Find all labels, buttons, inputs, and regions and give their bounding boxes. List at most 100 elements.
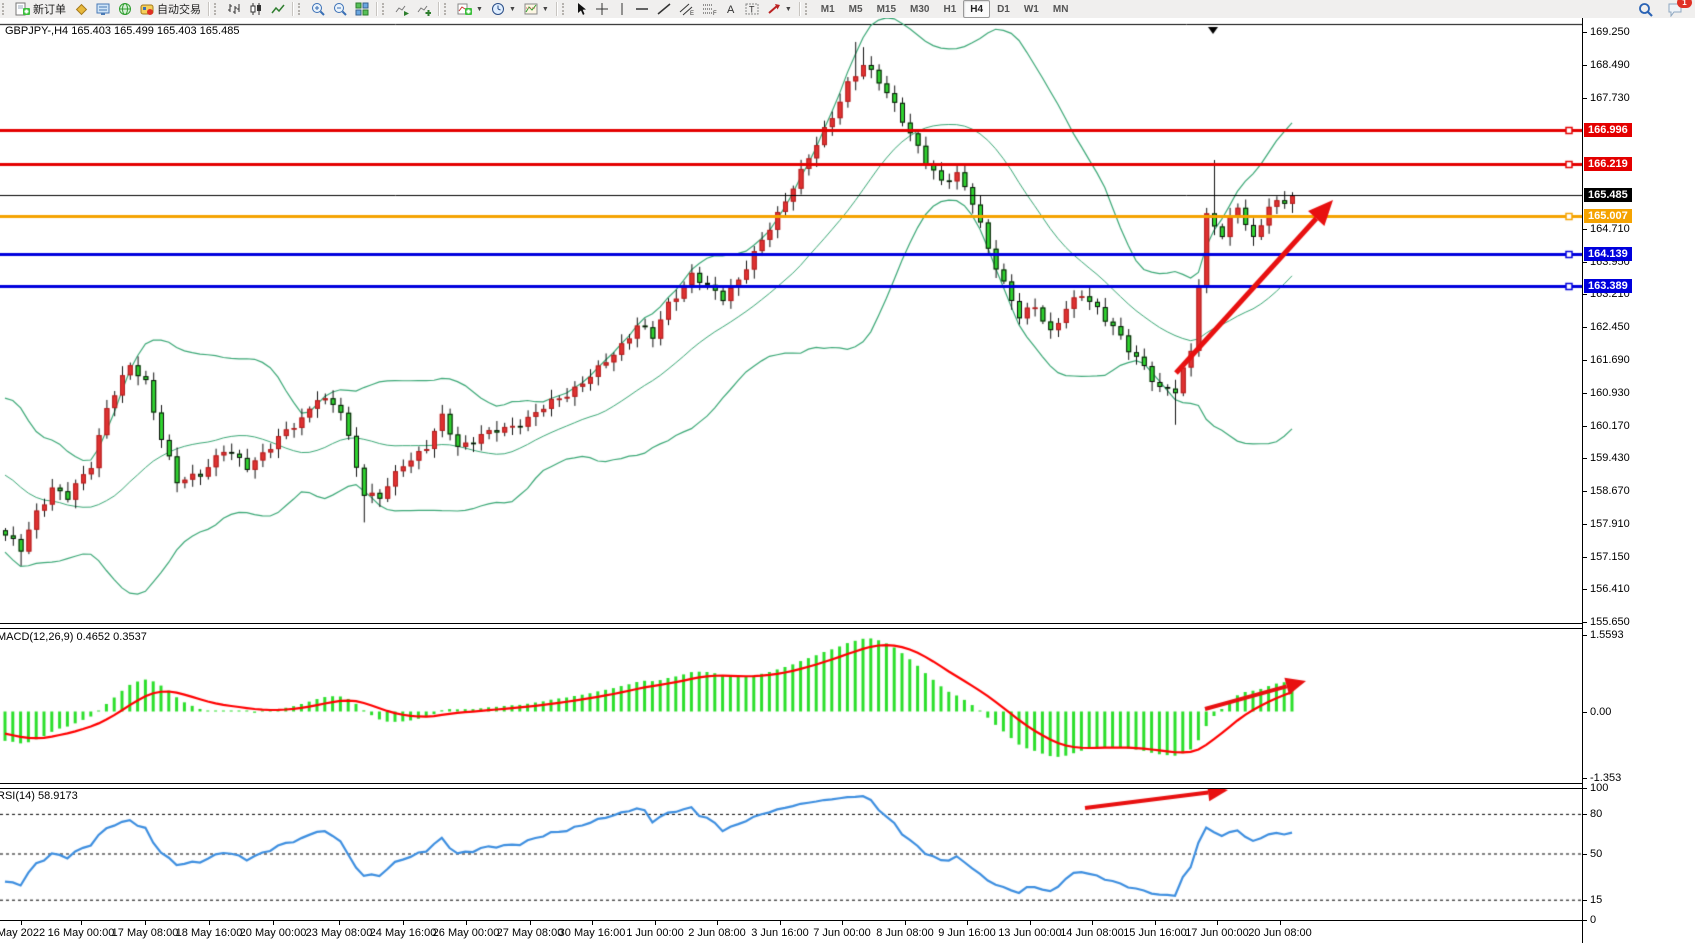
axis-tick xyxy=(1583,360,1587,361)
price-line-badge[interactable]: 166.219 xyxy=(1584,157,1632,171)
arrows-tool-button[interactable]: ▼ xyxy=(763,0,796,19)
axis-tick xyxy=(1583,524,1587,525)
chat-button[interactable]: 1 xyxy=(1663,0,1687,19)
rsi-tick-label: 80 xyxy=(1590,808,1602,820)
monitor-icon xyxy=(96,2,110,16)
time-tick-label: 17 May 08:00 xyxy=(112,927,179,939)
time-tick-label: 26 May 00:00 xyxy=(433,927,500,939)
vertical-line-button[interactable] xyxy=(613,0,631,19)
timeframe-m15-button[interactable]: M15 xyxy=(870,0,903,18)
time-tick-label: 8 Jun 08:00 xyxy=(876,927,934,939)
fibo-icon: F xyxy=(702,2,717,16)
axis-tick xyxy=(1583,778,1587,779)
toolbar-grip xyxy=(444,3,451,15)
zoom-in-button[interactable] xyxy=(307,0,329,19)
fibonacci-button[interactable]: F xyxy=(698,0,721,19)
auto-scroll-button[interactable] xyxy=(391,0,413,19)
time-tick xyxy=(1217,921,1218,925)
bar-chart-button[interactable] xyxy=(223,0,245,19)
market-watch-button[interactable] xyxy=(70,0,92,19)
data-window-button[interactable] xyxy=(92,0,114,19)
autotrading-button[interactable]: 自动交易 xyxy=(136,0,205,19)
timeframe-m1-button[interactable]: M1 xyxy=(814,0,842,18)
time-tick xyxy=(403,921,404,925)
new-order-button[interactable]: 新订单 xyxy=(11,0,70,19)
trendline-button[interactable] xyxy=(653,0,675,19)
price-line-badge[interactable]: 165.007 xyxy=(1584,209,1632,223)
search-button[interactable] xyxy=(1634,0,1657,19)
rsi-tick-label: 15 xyxy=(1590,894,1602,906)
timeframe-m30-button[interactable]: M30 xyxy=(903,0,936,18)
time-tick xyxy=(209,921,210,925)
chevron-down-icon: ▼ xyxy=(476,6,483,13)
time-axis[interactable]: May 202216 May 00:0017 May 08:0018 May 1… xyxy=(0,920,1582,944)
horizontal-line-button[interactable] xyxy=(631,0,653,19)
timeframe-d1-button[interactable]: D1 xyxy=(990,0,1017,18)
text-button[interactable]: A xyxy=(721,0,741,19)
axis-tick xyxy=(1583,920,1587,921)
time-tick xyxy=(1155,921,1156,925)
price-line-badge[interactable]: 166.996 xyxy=(1584,123,1632,137)
axis-tick xyxy=(1583,393,1587,394)
axis-tick xyxy=(1583,98,1587,99)
clock-icon xyxy=(491,2,505,16)
hline-icon xyxy=(635,2,649,16)
text-icon: A xyxy=(725,2,737,16)
time-tick-label: 16 May 00:00 xyxy=(48,927,115,939)
price-line-badge[interactable]: 164.139 xyxy=(1584,247,1632,261)
rsi-tick-label: 100 xyxy=(1590,782,1608,794)
axis-tick xyxy=(1583,557,1587,558)
candlestick-chart-button[interactable] xyxy=(245,0,267,19)
chevron-down-icon: ▼ xyxy=(542,6,549,13)
cursor-icon xyxy=(575,2,587,16)
chart-canvas[interactable] xyxy=(0,18,1582,943)
price-tick-label: 168.490 xyxy=(1590,59,1630,71)
periods-button[interactable]: ▼ xyxy=(487,0,520,19)
crosshair-icon xyxy=(595,2,609,16)
chevron-down-icon: ▼ xyxy=(509,6,516,13)
axis-tick xyxy=(1583,229,1587,230)
time-tick xyxy=(967,921,968,925)
toolbar-separator xyxy=(438,2,439,16)
toolbar-grip xyxy=(2,3,9,15)
template-icon xyxy=(524,2,538,16)
equidistant-channel-button[interactable]: E xyxy=(675,0,698,19)
price-line-badge[interactable]: 163.389 xyxy=(1584,279,1632,293)
robot-icon xyxy=(140,2,154,16)
text-label-button[interactable]: T xyxy=(741,0,763,19)
timeframe-h4-button[interactable]: H4 xyxy=(963,0,990,18)
toolbar-separator xyxy=(208,2,209,16)
panel-divider-rsi[interactable] xyxy=(0,783,1695,789)
crosshair-button[interactable] xyxy=(591,0,613,19)
timeframe-w1-button[interactable]: W1 xyxy=(1017,0,1046,18)
time-tick-label: 30 May 16:00 xyxy=(559,927,626,939)
bars-icon xyxy=(227,2,241,16)
line-chart-button[interactable] xyxy=(267,0,289,19)
indicators-button[interactable]: ▼ xyxy=(453,0,487,19)
price-line-badge[interactable]: 165.485 xyxy=(1584,188,1632,202)
tile-windows-button[interactable] xyxy=(351,0,373,19)
candles-icon xyxy=(249,2,263,16)
zoom-out-button[interactable] xyxy=(329,0,351,19)
timeframe-mn-button[interactable]: MN xyxy=(1046,0,1076,18)
time-tick-label: 9 Jun 16:00 xyxy=(938,927,996,939)
time-tick-label: 24 May 16:00 xyxy=(370,927,437,939)
navigator-button[interactable] xyxy=(114,0,136,19)
time-tick-label: 23 May 08:00 xyxy=(306,927,373,939)
time-tick xyxy=(21,921,22,925)
timeframe-m5-button[interactable]: M5 xyxy=(842,0,870,18)
templates-button[interactable]: ▼ xyxy=(520,0,553,19)
price-tick-label: 169.250 xyxy=(1590,26,1630,38)
cursor-button[interactable] xyxy=(571,0,591,19)
panel-divider-macd[interactable] xyxy=(0,623,1695,629)
timeframe-h1-button[interactable]: H1 xyxy=(936,0,963,18)
time-tick-label: 3 Jun 16:00 xyxy=(751,927,809,939)
price-axis[interactable]: 169.250168.490167.730164.710163.950163.2… xyxy=(1582,18,1695,943)
axis-tick xyxy=(1583,788,1587,789)
autoscroll-icon xyxy=(395,2,409,16)
time-tick-label: 13 Jun 00:00 xyxy=(998,927,1062,939)
price-tick-label: 160.170 xyxy=(1590,420,1630,432)
time-tick xyxy=(466,921,467,925)
chart-shift-button[interactable] xyxy=(413,0,435,19)
axis-tick xyxy=(1583,854,1587,855)
